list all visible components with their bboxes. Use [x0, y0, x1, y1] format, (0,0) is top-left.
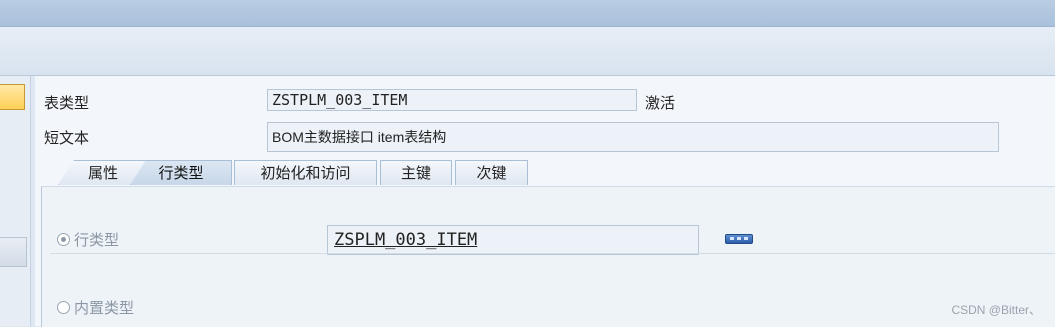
tab-panel — [41, 186, 1055, 327]
row-type-radio-label: 行类型 — [74, 231, 120, 249]
application-toolbar — [0, 27, 1055, 76]
tab-primary-key[interactable]: 主键 — [380, 160, 452, 185]
value-help-icon[interactable] — [725, 234, 753, 244]
panel-divider — [50, 253, 1055, 254]
title-bar — [0, 0, 1055, 27]
row-type-field[interactable]: ZSPLM_003_ITEM — [327, 225, 699, 255]
row-type-radio[interactable] — [57, 233, 70, 246]
short-text-label: 短文本 — [44, 129, 90, 147]
tab-init-access[interactable]: 初始化和访问 — [234, 160, 377, 185]
table-type-label: 表类型 — [44, 94, 90, 112]
tab-row-type[interactable]: 行类型 — [130, 160, 232, 185]
left-pane — [0, 76, 31, 326]
builtin-type-radio[interactable] — [57, 301, 70, 314]
short-text-field[interactable]: BOM主数据接口 item表结构 — [267, 122, 999, 152]
left-pane-toggle-button[interactable] — [0, 84, 25, 110]
tab-strip: 属性 行类型 初始化和访问 主键 次键 — [42, 156, 1055, 187]
table-type-field[interactable]: ZSTPLM_003_ITEM — [267, 89, 637, 111]
tab-secondary-key[interactable]: 次键 — [455, 160, 528, 185]
builtin-type-radio-label: 内置类型 — [74, 299, 135, 317]
status-label: 激活 — [645, 94, 676, 112]
left-pane-button[interactable] — [0, 237, 27, 267]
watermark: CSDN @Bitter、 — [951, 303, 1041, 317]
